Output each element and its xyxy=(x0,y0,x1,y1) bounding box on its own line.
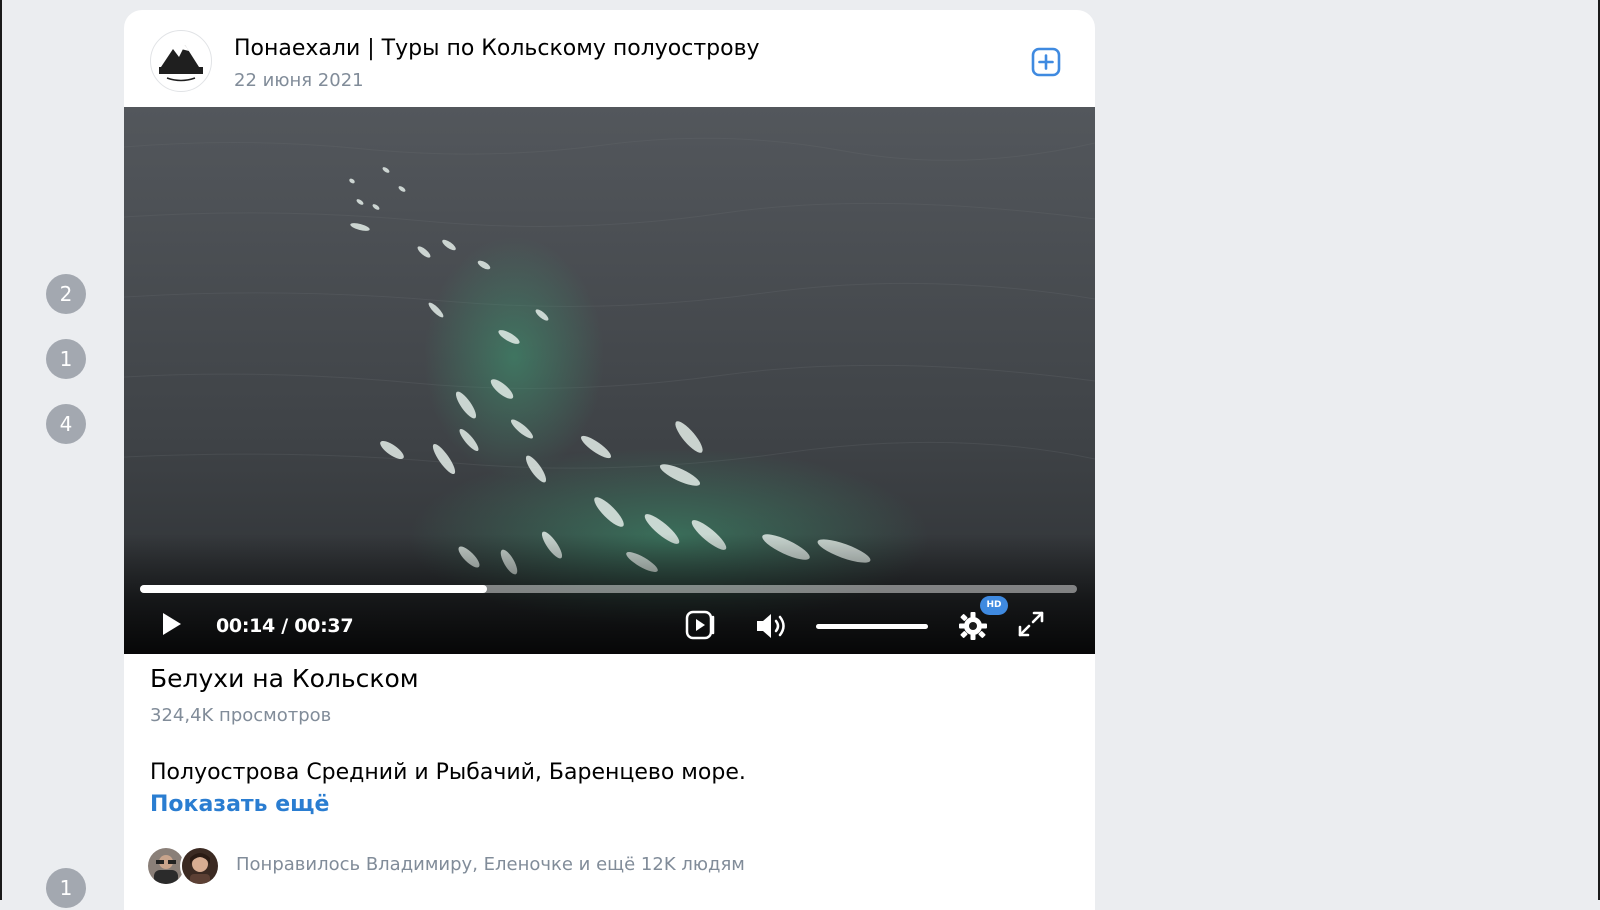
plus-square-icon xyxy=(1031,47,1061,77)
community-name[interactable]: Понаехали | Туры по Кольскому полуостров… xyxy=(234,36,760,61)
add-to-list-button[interactable] xyxy=(1030,46,1062,78)
side-counter-3[interactable]: 4 xyxy=(46,404,86,444)
community-logo xyxy=(159,45,203,82)
likes-summary[interactable]: Понравилось Владимиру, Еленочке и ещё 12… xyxy=(236,854,745,875)
avatar xyxy=(148,848,184,884)
view-count: 324,4K просмотров xyxy=(150,705,332,726)
show-more-link[interactable]: Показать ещё xyxy=(150,792,329,817)
community-avatar[interactable] xyxy=(150,30,212,92)
volume-icon xyxy=(757,614,785,638)
play-button[interactable] xyxy=(158,611,184,637)
volume-slider-fill xyxy=(816,624,928,629)
fullscreen-icon xyxy=(1018,611,1044,637)
play-icon xyxy=(163,613,181,635)
window-left-edge xyxy=(0,0,2,900)
avatar xyxy=(182,848,218,884)
hd-badge: HD xyxy=(980,596,1008,615)
autoplay-button[interactable] xyxy=(684,609,716,641)
video-progress-bar[interactable] xyxy=(140,585,1077,593)
post-description: Полуострова Средний и Рыбачий, Баренцево… xyxy=(150,760,746,785)
video-title[interactable]: Белухи на Кольском xyxy=(150,664,419,693)
side-counter-2[interactable]: 1 xyxy=(46,339,86,379)
video-time: 00:14 / 00:37 xyxy=(216,615,354,637)
post-date[interactable]: 22 июня 2021 xyxy=(234,70,364,91)
mute-button[interactable] xyxy=(754,611,790,641)
liker-avatar-2[interactable] xyxy=(180,846,220,886)
time-current: 00:14 xyxy=(216,615,275,637)
post-card: Понаехали | Туры по Кольскому полуостров… xyxy=(124,10,1095,910)
autoplay-icon xyxy=(685,610,715,640)
side-counter-1[interactable]: 2 xyxy=(46,274,86,314)
fullscreen-button[interactable] xyxy=(1016,609,1046,639)
video-progress-fill xyxy=(140,585,487,593)
side-counter-4[interactable]: 1 xyxy=(46,868,86,908)
volume-slider[interactable] xyxy=(816,624,928,629)
video-player[interactable]: 00:14 / 00:37 HD xyxy=(124,107,1095,654)
time-separator: / xyxy=(274,615,295,637)
time-total: 00:37 xyxy=(294,615,354,637)
